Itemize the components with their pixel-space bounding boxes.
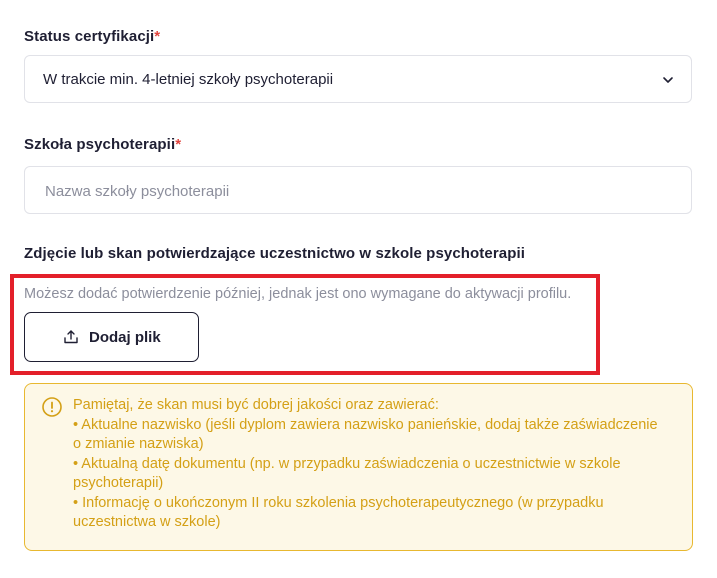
required-mark: * [154, 28, 161, 45]
school-name-placeholder: Nazwa szkoły psychoterapii [45, 183, 230, 200]
status-select[interactable]: W trakcie min. 4-letniej szkoły psychote… [24, 55, 692, 103]
add-file-button-label: Dodaj plik [89, 329, 161, 346]
notice-item: • Aktualne nazwisko (jeśli dyplom zawier… [73, 416, 658, 453]
school-name-input[interactable]: Nazwa szkoły psychoterapii [24, 166, 692, 214]
chevron-down-icon [663, 77, 673, 83]
notice-text: Pamiętaj, że skan musi być dobrej jakośc… [73, 396, 663, 533]
upload-label: Zdjęcie lub skan potwierdzające uczestni… [24, 245, 526, 262]
notice-item: • Informację o ukończonym II roku szkole… [73, 494, 604, 531]
status-label: Status certyfikacji* [24, 28, 160, 45]
add-file-button[interactable]: Dodaj plik [24, 312, 199, 362]
school-label-text: Szkoła psychoterapii [24, 136, 176, 153]
notice-item: • Aktualną datę dokumentu (np. w przypad… [73, 455, 621, 492]
school-label: Szkoła psychoterapii* [24, 136, 181, 153]
status-label-text: Status certyfikacji [24, 28, 155, 45]
required-mark: * [175, 136, 182, 153]
requirements-notice: Pamiętaj, że skan musi być dobrej jakośc… [24, 383, 693, 551]
status-selected-value: W trakcie min. 4-letniej szkoły psychote… [43, 71, 334, 88]
upload-helper-text: Możesz dodać potwierdzenie później, jedn… [24, 286, 572, 302]
upload-icon [64, 330, 78, 344]
notice-intro: Pamiętaj, że skan musi być dobrej jakośc… [73, 397, 439, 413]
alert-circle-icon [42, 397, 62, 417]
